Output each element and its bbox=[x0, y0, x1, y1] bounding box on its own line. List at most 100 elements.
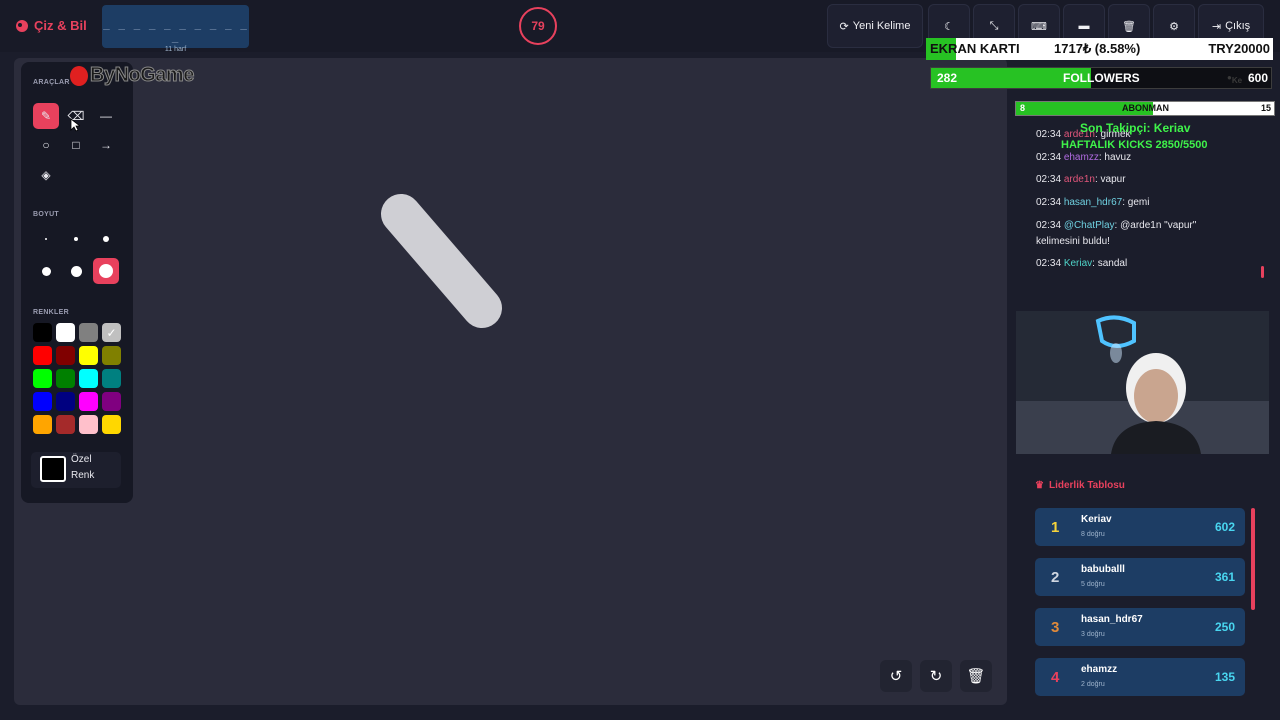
bynogame-logo: ByNoGame bbox=[70, 64, 195, 87]
chat-message: 02:34 @ChatPlay: @arde1n "vapur" kelimes… bbox=[1036, 220, 1197, 247]
player-score: 250 bbox=[1214, 620, 1235, 634]
custom-color-label: Özel Renk bbox=[71, 454, 95, 481]
color-swatch[interactable] bbox=[79, 392, 98, 411]
square-icon: □ bbox=[72, 138, 80, 152]
player-score: 361 bbox=[1214, 570, 1235, 584]
drawing-canvas[interactable] bbox=[14, 58, 1007, 705]
webcam-image bbox=[1016, 311, 1269, 454]
correct-count: 5 doğru bbox=[1081, 581, 1105, 588]
brand-label: Çiz & Bil bbox=[34, 18, 87, 33]
followers-small-text: ● Ke bbox=[1227, 73, 1243, 85]
letter-count: 11 harf bbox=[164, 46, 187, 53]
followers-goal: 600 bbox=[1247, 71, 1268, 85]
size-2[interactable] bbox=[63, 226, 89, 252]
exit-label: Çıkış bbox=[1225, 20, 1251, 32]
leaderboard-title: ♛ Liderlik Tablosu bbox=[1035, 480, 1125, 491]
color-swatch[interactable] bbox=[79, 415, 98, 434]
undo-button[interactable]: ↺ bbox=[880, 660, 912, 692]
color-swatch[interactable] bbox=[33, 369, 52, 388]
rank: 3 bbox=[1051, 619, 1060, 636]
color-swatch[interactable] bbox=[79, 369, 98, 388]
goal-value: 1717₺ (8.58%) bbox=[1054, 41, 1141, 56]
size-section-title: BOYUT bbox=[33, 211, 59, 218]
player-score: 602 bbox=[1214, 520, 1235, 534]
size-1[interactable] bbox=[33, 226, 59, 252]
rank: 2 bbox=[1051, 569, 1060, 586]
webcam-feed bbox=[1016, 311, 1269, 454]
color-swatch[interactable] bbox=[33, 392, 52, 411]
leaderboard-row: 2 babuballl 5 doğru 361 bbox=[1035, 558, 1245, 596]
color-swatch[interactable]: ✓ bbox=[102, 323, 121, 342]
fill-tool[interactable]: ◈ bbox=[33, 162, 59, 188]
correct-count: 8 doğru bbox=[1081, 531, 1105, 538]
rank: 1 bbox=[1051, 519, 1060, 536]
color-swatch[interactable] bbox=[56, 415, 75, 434]
followers-count: 282 bbox=[937, 71, 958, 85]
custom-color-button[interactable]: Özel Renk bbox=[31, 452, 121, 488]
size-3[interactable] bbox=[93, 226, 119, 252]
fill-bucket-icon: ◈ bbox=[41, 168, 51, 182]
goal-label: EKRAN KARTI bbox=[930, 41, 1020, 56]
brush-tool[interactable]: ✎ bbox=[33, 103, 59, 129]
size-4[interactable] bbox=[33, 258, 59, 284]
crown-icon: ♛ bbox=[1035, 480, 1044, 491]
custom-color-preview bbox=[40, 456, 66, 482]
round-timer: 79 bbox=[519, 7, 557, 45]
rank: 4 bbox=[1051, 669, 1060, 686]
redo-icon: ↻ bbox=[929, 668, 943, 685]
palette-icon bbox=[16, 19, 28, 32]
followers-label: FOLLOWERS bbox=[1063, 71, 1140, 85]
redo-button[interactable]: ↻ bbox=[920, 660, 952, 692]
brush-icon: ✎ bbox=[40, 109, 52, 123]
leaderboard-row: 4 ehamzz 2 doğru 135 bbox=[1035, 658, 1245, 696]
circle-tool[interactable]: ○ bbox=[33, 132, 59, 158]
circle-icon: ○ bbox=[42, 138, 50, 152]
trash-icon: 🗑 bbox=[1122, 20, 1136, 33]
color-swatch[interactable] bbox=[102, 415, 121, 434]
color-swatch[interactable] bbox=[79, 323, 98, 342]
chat-message: 02:34 arde1n: vapur bbox=[1036, 174, 1126, 185]
new-word-label: Yeni Kelime bbox=[852, 20, 911, 32]
sign-out-icon: ⇥ bbox=[1211, 20, 1222, 33]
arrow-tool[interactable]: → bbox=[93, 132, 119, 158]
brush-stroke bbox=[381, 194, 502, 328]
tools-section-title: ARAÇLAR bbox=[33, 79, 70, 86]
line-icon: — bbox=[100, 109, 112, 123]
size-6[interactable] bbox=[93, 258, 119, 284]
trash-icon: 🗑 bbox=[966, 668, 986, 685]
color-swatch[interactable] bbox=[56, 346, 75, 365]
line-tool[interactable]: — bbox=[93, 103, 119, 129]
color-swatch[interactable] bbox=[56, 369, 75, 388]
moon-icon: ☾ bbox=[944, 20, 954, 33]
color-swatch[interactable] bbox=[56, 392, 75, 411]
delete-drawing-button[interactable]: 🗑 bbox=[960, 660, 992, 692]
new-word-button[interactable]: ⟳ Yeni Kelime bbox=[827, 4, 923, 48]
size-5[interactable] bbox=[63, 258, 89, 284]
color-swatch[interactable] bbox=[33, 323, 52, 342]
color-swatch[interactable] bbox=[79, 346, 98, 365]
color-swatch[interactable] bbox=[102, 369, 121, 388]
undo-icon: ↺ bbox=[889, 668, 903, 685]
logo-mark-icon bbox=[70, 65, 88, 86]
color-swatch[interactable] bbox=[33, 415, 52, 434]
color-swatch[interactable] bbox=[33, 346, 52, 365]
last-follower-text: Son Takipçi: Keriav bbox=[1080, 121, 1191, 135]
rectangle-tool[interactable]: □ bbox=[63, 132, 89, 158]
colors-section-title: RENKLER bbox=[33, 309, 69, 316]
player-name: Keriav bbox=[1081, 514, 1112, 525]
chat-scrollbar[interactable] bbox=[1261, 266, 1264, 278]
color-swatch[interactable] bbox=[102, 392, 121, 411]
color-swatch[interactable] bbox=[102, 346, 121, 365]
abonman-goal-bar: 8 ABONMAN 15 bbox=[1015, 101, 1275, 116]
abonman-current: 8 bbox=[1020, 103, 1026, 113]
chat-message: 02:34 Keriav: sandal bbox=[1036, 258, 1128, 269]
box-icon: ▬ bbox=[1078, 20, 1090, 32]
word-hint-box: _ _ _ _ _ _ _ _ _ _ _ 11 harf bbox=[102, 5, 249, 53]
leaderboard-scrollbar[interactable] bbox=[1251, 508, 1255, 610]
color-swatch[interactable] bbox=[56, 323, 75, 342]
correct-count: 3 doğru bbox=[1081, 631, 1105, 638]
gear-icon: ⚙ bbox=[1169, 20, 1179, 33]
chat-message: 02:34 ehamzz: havuz bbox=[1036, 152, 1132, 163]
compress-icon: ⤡ bbox=[989, 19, 999, 32]
app-brand: Çiz & Bil bbox=[16, 18, 87, 33]
